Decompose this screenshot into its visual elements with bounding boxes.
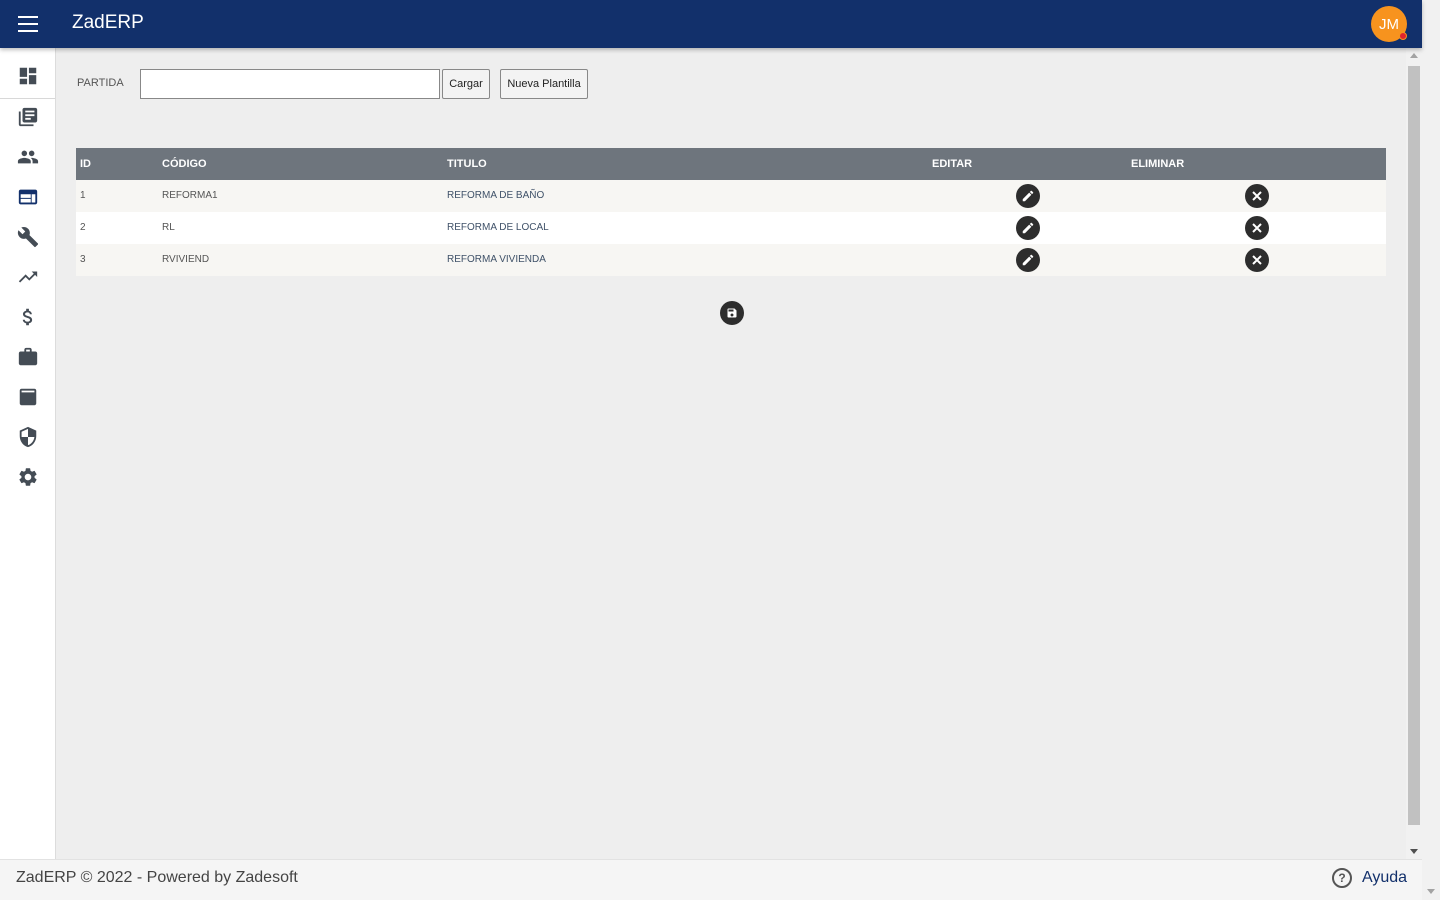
avatar-initials: JM (1379, 15, 1399, 33)
sidebar-item-business[interactable] (16, 345, 40, 369)
menu-icon[interactable] (18, 16, 38, 32)
table-body: 1 REFORMA1 REFORMA DE BAÑO 2 RL REFORMA … (76, 180, 1386, 276)
notification-dot (1399, 32, 1407, 40)
sidebar-item-web[interactable] (16, 185, 40, 209)
archive-upload-icon (19, 388, 37, 406)
cell-id: 1 (80, 190, 86, 201)
help-circle-icon: ? (1332, 868, 1352, 888)
sidebar-item-people[interactable] (16, 145, 40, 169)
top-app-bar: ZadERP JM (0, 0, 1422, 48)
table-row: 2 RL REFORMA DE LOCAL (76, 212, 1386, 244)
scroll-down-arrow-icon[interactable] (1410, 849, 1418, 854)
sidebar-item-tools[interactable] (16, 225, 40, 249)
shield-icon (19, 426, 37, 448)
delete-button[interactable] (1245, 248, 1269, 272)
table-row: 1 REFORMA1 REFORMA DE BAÑO (76, 180, 1386, 212)
close-icon (1252, 191, 1262, 201)
main-content: PARTIDA Cargar Nueva Plantilla ID CÓDIGO… (56, 48, 1406, 859)
cell-titulo: REFORMA DE BAÑO (447, 190, 545, 201)
app-title: ZadERP (72, 12, 144, 33)
cell-id: 2 (80, 222, 86, 233)
header-eliminar: ELIMINAR (1131, 158, 1185, 170)
page-scroll-down-icon[interactable] (1427, 889, 1435, 894)
page-scrollbar[interactable] (1422, 0, 1440, 900)
pencil-icon (1022, 254, 1034, 266)
dollar-icon (22, 308, 33, 326)
footer: ZadERP © 2022 - Powered by Zadesoft ? Ay… (0, 859, 1422, 900)
scroll-up-arrow-icon[interactable] (1410, 53, 1418, 58)
edit-button[interactable] (1016, 216, 1040, 240)
save-button[interactable] (720, 301, 744, 325)
sidebar-item-archive[interactable] (16, 385, 40, 409)
footer-copyright: ZadERP © 2022 - Powered by Zadesoft (16, 869, 298, 886)
edit-button[interactable] (1016, 184, 1040, 208)
briefcase-icon (18, 347, 38, 366)
sidebar (0, 48, 56, 859)
cargar-button[interactable]: Cargar (442, 69, 490, 99)
sidebar-item-settings[interactable] (16, 465, 40, 489)
pencil-icon (1022, 190, 1034, 202)
trending-up-icon (18, 271, 38, 283)
header-codigo: CÓDIGO (162, 158, 207, 170)
floppy-save-icon (727, 308, 737, 318)
sidebar-item-finance[interactable] (16, 305, 40, 329)
templates-table: ID CÓDIGO TITULO EDITAR ELIMINAR 1 REFOR… (76, 148, 1386, 276)
sidebar-item-trends[interactable] (16, 265, 40, 289)
cell-titulo: REFORMA VIVIENDA (447, 254, 546, 265)
header-id: ID (80, 158, 91, 170)
gear-icon (19, 468, 37, 486)
user-avatar[interactable]: JM (1371, 6, 1407, 42)
close-icon (1252, 223, 1262, 233)
close-icon (1252, 255, 1262, 265)
help-link[interactable]: ? Ayuda (1332, 868, 1407, 888)
wrench-icon (17, 227, 39, 248)
edit-button[interactable] (1016, 248, 1040, 272)
header-editar: EDITAR (932, 158, 973, 170)
pencil-icon (1022, 222, 1034, 234)
delete-button[interactable] (1245, 184, 1269, 208)
cell-titulo: REFORMA DE LOCAL (447, 222, 549, 233)
table-row: 3 RVIVIEND REFORMA VIVIENDA (76, 244, 1386, 276)
partida-input[interactable] (140, 69, 440, 99)
library-books-icon (18, 107, 38, 127)
sidebar-item-library[interactable] (16, 105, 40, 129)
help-label: Ayuda (1362, 869, 1408, 886)
cell-codigo: REFORMA1 (162, 190, 218, 201)
sidebar-divider (0, 98, 55, 99)
cell-codigo: RL (162, 222, 175, 233)
partida-label: PARTIDA (77, 77, 124, 89)
content-scrollbar[interactable] (1406, 48, 1422, 859)
table-header: ID CÓDIGO TITULO EDITAR ELIMINAR (76, 148, 1386, 180)
sidebar-item-security[interactable] (16, 425, 40, 449)
scroll-thumb[interactable] (1408, 66, 1420, 825)
people-icon (17, 150, 39, 164)
header-titulo: TITULO (447, 158, 487, 170)
nueva-plantilla-button[interactable]: Nueva Plantilla (500, 69, 588, 99)
sidebar-item-dashboard[interactable] (16, 64, 40, 88)
cell-codigo: RVIVIEND (162, 254, 210, 265)
delete-button[interactable] (1245, 216, 1269, 240)
cell-id: 3 (80, 254, 86, 265)
web-icon (18, 189, 38, 205)
dashboard-icon (19, 67, 37, 85)
